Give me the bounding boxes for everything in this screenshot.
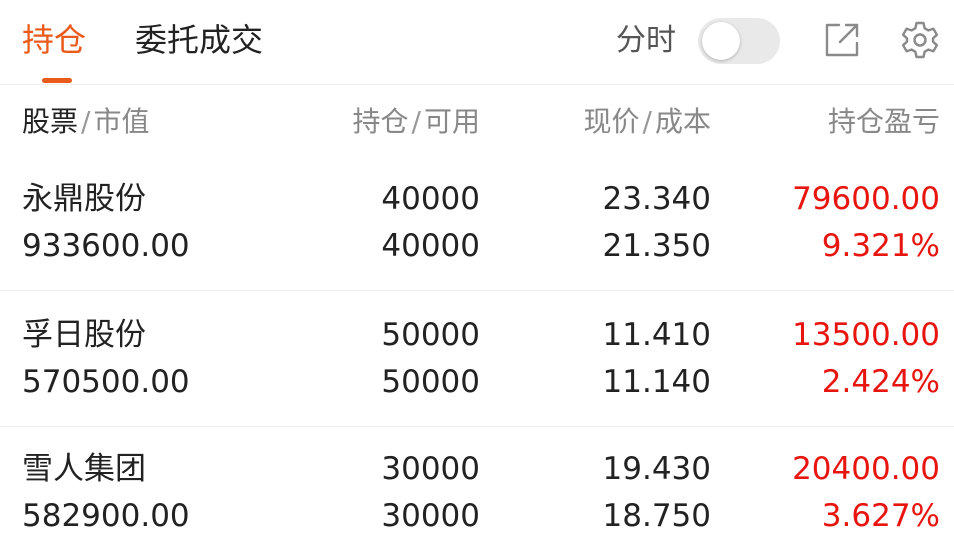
pl-amount: 79600.00 <box>792 181 940 217</box>
fenshi-label: 分时 <box>616 23 676 58</box>
current-price: 11.410 <box>602 317 711 353</box>
pl-amount: 13500.00 <box>792 317 940 353</box>
header-name: 股票 / 市值 <box>22 98 149 146</box>
header-separator: / <box>81 105 91 138</box>
market-value: 933600.00 <box>22 228 190 264</box>
holdings-page: 持仓 委托成交 分时 股票 / 市值 持仓 / 可用 现价 / 成本 持仓盈亏 … <box>0 0 954 554</box>
pl-percent: 9.321% <box>821 228 940 264</box>
pl-percent: 3.627% <box>821 498 940 534</box>
pl-percent: 2.424% <box>821 364 940 400</box>
market-value: 570500.00 <box>22 364 190 400</box>
holding-row[interactable]: 永鼎股份 933600.00 40000 40000 23.340 21.350… <box>0 156 954 291</box>
active-tab-indicator <box>42 78 72 83</box>
current-price: 23.340 <box>602 181 711 217</box>
gear-icon[interactable] <box>900 20 940 60</box>
position-qty: 30000 <box>381 451 480 487</box>
toggle-knob <box>702 22 740 60</box>
holding-row[interactable]: 孚日股份 570500.00 50000 50000 11.410 11.140… <box>0 292 954 427</box>
header-pl: 持仓盈亏 <box>827 105 940 138</box>
stock-name: 永鼎股份 <box>22 181 146 217</box>
cost-price: 18.750 <box>602 498 711 534</box>
cost-price: 21.350 <box>602 228 711 264</box>
current-price: 19.430 <box>602 451 711 487</box>
position-qty: 40000 <box>381 181 480 217</box>
header-price-main: 现价 <box>583 105 640 138</box>
stock-name: 孚日股份 <box>22 317 146 353</box>
header-separator: / <box>642 105 652 138</box>
available-qty: 30000 <box>381 498 480 534</box>
top-bar: 持仓 委托成交 分时 <box>0 0 954 85</box>
header-position-main: 持仓 <box>352 105 409 138</box>
cost-price: 11.140 <box>602 364 711 400</box>
header-separator: / <box>411 105 421 138</box>
header-price: 现价 / 成本 <box>584 98 711 146</box>
header-name-main: 股票 <box>22 105 79 138</box>
fenshi-toggle[interactable] <box>698 18 780 64</box>
header-price-sub: 成本 <box>654 105 711 138</box>
available-qty: 40000 <box>381 228 480 264</box>
holding-row[interactable]: 雪人集团 582900.00 30000 30000 19.430 18.750… <box>0 426 954 554</box>
header-position: 持仓 / 可用 <box>353 98 480 146</box>
position-qty: 50000 <box>381 317 480 353</box>
external-link-icon[interactable] <box>822 20 862 60</box>
available-qty: 50000 <box>381 364 480 400</box>
stock-name: 雪人集团 <box>22 451 146 487</box>
header-name-sub: 市值 <box>93 105 150 138</box>
column-header: 股票 / 市值 持仓 / 可用 现价 / 成本 持仓盈亏 <box>0 98 954 148</box>
tab-holdings[interactable]: 持仓 <box>22 20 86 60</box>
market-value: 582900.00 <box>22 498 190 534</box>
tab-orders[interactable]: 委托成交 <box>135 20 263 60</box>
header-position-sub: 可用 <box>423 105 480 138</box>
pl-amount: 20400.00 <box>792 451 940 487</box>
